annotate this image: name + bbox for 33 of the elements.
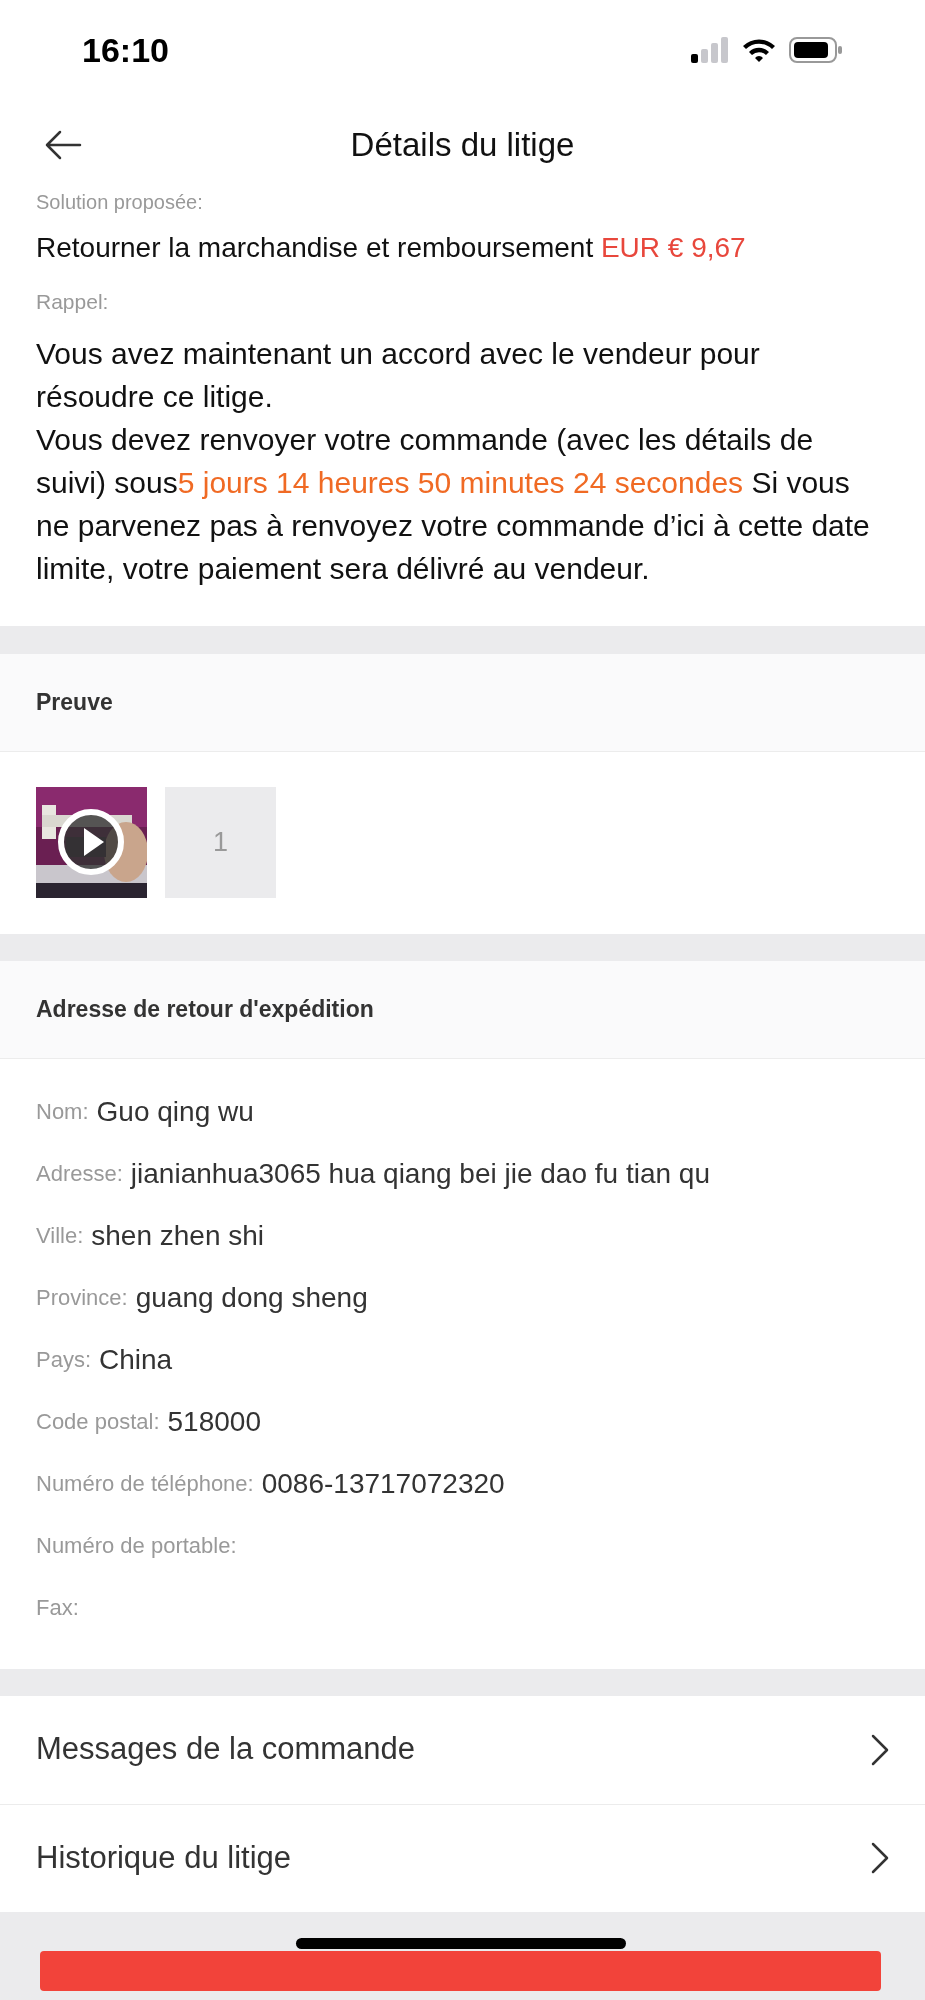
- field-label: Solution proposée:: [36, 190, 204, 214]
- field-label: Code postal:: [36, 1407, 160, 1436]
- section-title: Adresse de retour d'expédition: [36, 994, 374, 1024]
- wifi-icon: [741, 37, 777, 63]
- field-label: Rappel:: [36, 289, 110, 315]
- field-value: shen zhen shi: [91, 1218, 265, 1253]
- bottom-button[interactable]: [40, 1950, 881, 1991]
- field-label: Nom:: [36, 1097, 89, 1126]
- field-label: Ville:: [36, 1221, 84, 1250]
- field-value: guang dong sheng: [135, 1280, 368, 1315]
- refund-amount: EUR € 9,67: [600, 232, 746, 263]
- field-value: China: [99, 1342, 173, 1377]
- reminder-text: Vous avez maintenant un accord avec le vendeur pour résoudre ce litige.: [36, 335, 761, 415]
- field-label: Pays:: [36, 1345, 92, 1374]
- back-icon[interactable]: [44, 130, 82, 160]
- field-value: 518000: [167, 1404, 261, 1439]
- field-label: Adresse:: [36, 1159, 123, 1188]
- signal-icon: [691, 37, 729, 63]
- chevron-right-icon: [871, 1733, 889, 1766]
- status-time: 16:10: [82, 29, 169, 71]
- field-value: Guo qing wu: [96, 1094, 254, 1129]
- page-title: Détails du litige: [350, 125, 575, 166]
- section-title: Preuve: [36, 687, 113, 717]
- solution-text: Retourner la marchandise et remboursement: [36, 232, 594, 263]
- field-label: Province:: [36, 1283, 128, 1312]
- field-label: Fax:: [36, 1593, 79, 1622]
- field-value: jianianhua3065 hua qiang bei jie dao fu tian qu: [130, 1156, 710, 1191]
- field-label: Numéro de téléphone:: [36, 1469, 254, 1498]
- field-value: 0086-13717072320: [261, 1466, 505, 1501]
- field-label: Numéro de portable:: [36, 1531, 237, 1560]
- chevron-right-icon: [871, 1842, 889, 1874]
- battery-icon: [789, 37, 843, 63]
- reminder-text: Vous devez renvoyer votre commande (avec les détails de suivi) sous5 jours 14 heures 50 minutes 24 secondes Si vous ne parvenez pas à renvoyez votre commande d’ici à cette date limite, votre paiement sera délivré au vendeur.: [36, 421, 871, 587]
